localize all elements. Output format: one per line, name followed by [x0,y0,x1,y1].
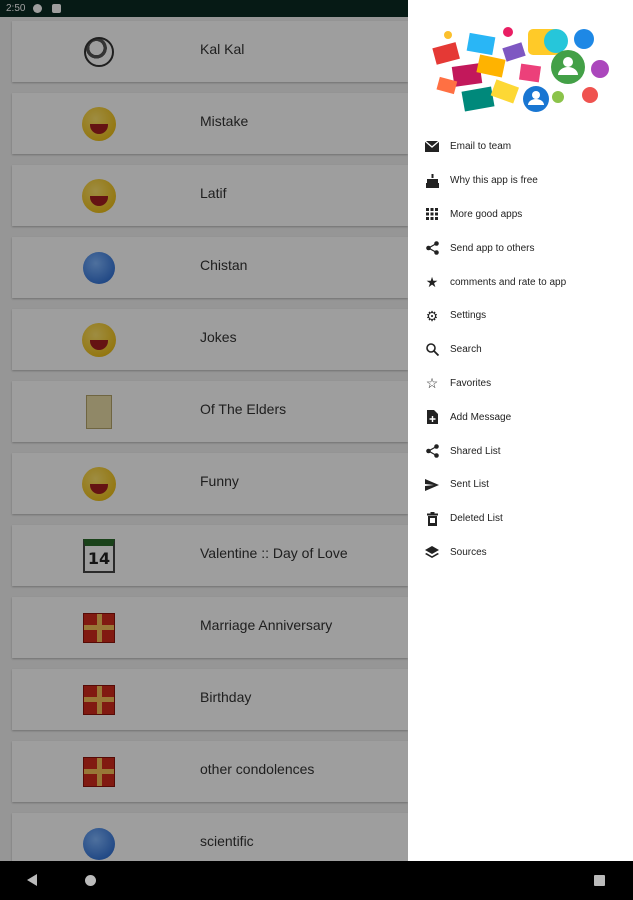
menu-sources[interactable]: Sources [408,536,633,570]
search-icon [424,342,440,358]
drawer-header-image [408,17,633,127]
messaging-collage-image [432,27,609,112]
share-icon [424,443,440,459]
menu-shared-list[interactable]: Shared List [408,434,633,468]
add-document-icon [424,409,440,425]
apps-grid-icon [424,206,440,222]
star-outline-icon: ☆ [425,375,439,392]
menu-item-label: Why this app is free [450,175,538,187]
home-icon[interactable] [85,875,96,886]
menu-more-apps[interactable]: More good apps [408,198,633,232]
menu-item-label: Settings [450,310,487,322]
menu-item-label: Shared List [450,445,501,457]
back-icon[interactable] [27,874,37,886]
layers-icon [424,544,440,560]
menu-add-message[interactable]: Add Message [408,400,633,434]
menu-send-app[interactable]: Send app to others [408,231,633,265]
system-nav-bar [0,861,633,900]
cake-icon [424,173,440,189]
menu-favorites[interactable]: ☆ Favorites [408,367,633,401]
menu-why-free[interactable]: Why this app is free [408,164,633,198]
drawer-scrim[interactable] [0,0,408,861]
mail-icon [424,139,440,155]
menu-item-label: Favorites [450,377,492,389]
star-filled-icon: ★ [425,274,439,291]
menu-item-label: Add Message [450,411,512,423]
menu-item-label: Sent List [450,479,489,491]
send-icon [424,477,440,493]
menu-sent-list[interactable]: Sent List [408,468,633,502]
menu-settings[interactable]: ⚙ Settings [408,299,633,333]
gear-icon: ⚙ [425,307,439,324]
menu-item-label: Search [450,344,482,356]
menu-comments-rate[interactable]: ★ comments and rate to app [408,265,633,299]
share-icon [424,240,440,256]
menu-item-label: Sources [450,546,487,558]
menu-item-label: Deleted List [450,513,503,525]
recent-apps-icon[interactable] [594,875,605,886]
navigation-drawer: Email to team Why this app is free More … [408,0,633,861]
menu-search[interactable]: Search [408,333,633,367]
drawer-menu: Email to team Why this app is free More … [408,130,633,569]
menu-item-label: comments and rate to app [450,276,567,288]
menu-email-to-team[interactable]: Email to team [408,130,633,164]
menu-deleted-list[interactable]: Deleted List [408,502,633,536]
menu-item-label: More good apps [450,208,523,220]
menu-item-label: Send app to others [450,242,535,254]
trash-icon [424,511,440,527]
menu-item-label: Email to team [450,141,512,153]
